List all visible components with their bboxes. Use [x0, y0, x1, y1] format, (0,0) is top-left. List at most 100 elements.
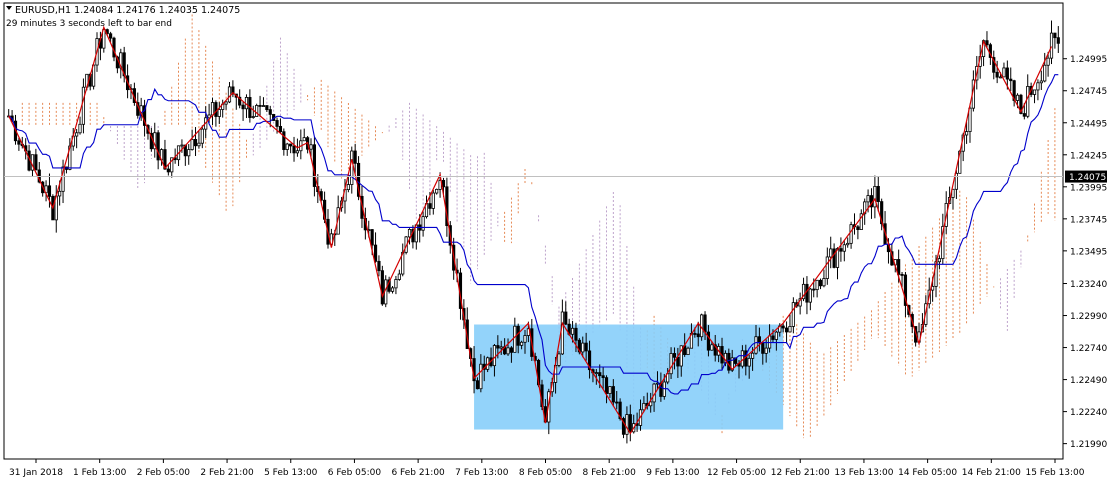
candle-body	[377, 260, 381, 272]
candle-body	[200, 128, 204, 144]
candle-body	[1056, 37, 1060, 44]
candle-body	[81, 86, 86, 125]
candle-body	[784, 327, 789, 333]
candle-body	[295, 150, 300, 154]
candle-body	[282, 131, 286, 150]
candle-body	[611, 386, 615, 403]
candle-body	[394, 279, 398, 289]
candle-body	[598, 372, 602, 377]
candle-body	[1053, 32, 1057, 39]
candle-body	[1039, 80, 1043, 84]
candle-body	[441, 179, 446, 188]
y-tick-label: 1.21990	[1070, 440, 1107, 450]
chart-svg[interactable]: 1.255201.249951.247451.244951.242451.239…	[0, 0, 1108, 484]
candle-body	[380, 270, 384, 305]
candle-body	[1049, 32, 1054, 59]
candle-body	[696, 333, 700, 338]
candle-body	[686, 347, 690, 355]
candle-body	[166, 168, 170, 173]
candle-body	[703, 314, 707, 333]
candle-body	[227, 86, 232, 103]
candle-body	[985, 40, 989, 46]
candle-body	[1015, 94, 1020, 101]
candle-body	[193, 139, 198, 147]
x-tick-label: 14 Feb 05:00	[898, 468, 957, 478]
candle-body	[604, 377, 609, 394]
candle-body	[516, 325, 520, 346]
candle-body	[435, 188, 439, 194]
candle-body	[594, 372, 598, 374]
candle-body	[608, 386, 612, 394]
candle-body	[187, 149, 191, 157]
candle-body	[499, 346, 503, 349]
candle-body	[513, 325, 517, 353]
x-tick-label: 1 Feb 13:00	[73, 468, 127, 478]
candle-body	[601, 375, 605, 379]
candle-body	[492, 345, 497, 367]
x-tick-label: 13 Feb 13:00	[834, 468, 893, 478]
candle-body	[261, 105, 266, 107]
candle-body	[754, 336, 758, 354]
candle-body	[479, 363, 483, 390]
candle-body	[900, 274, 904, 276]
candle-body	[954, 172, 958, 190]
candle-body	[764, 347, 768, 354]
candle-body	[625, 414, 629, 435]
candle-body	[805, 283, 809, 303]
candle-body	[496, 345, 500, 349]
candle-body	[302, 137, 306, 142]
candle-body	[1022, 113, 1026, 117]
price-chart[interactable]: 1.255201.249951.247451.244951.242451.239…	[0, 0, 1108, 484]
candle-body	[672, 353, 677, 358]
candle-body	[1043, 64, 1047, 82]
candle-body	[781, 325, 785, 329]
candle-body	[557, 353, 561, 366]
candle-body	[710, 344, 714, 351]
candle-body	[937, 258, 942, 263]
candle-body	[574, 327, 578, 341]
candle-body	[350, 150, 354, 185]
candle-body	[428, 203, 432, 209]
candle-body	[856, 226, 860, 230]
candle-body	[506, 347, 510, 355]
x-tick-label: 12 Feb 21:00	[771, 468, 830, 478]
candle-body	[475, 380, 480, 390]
x-tick-label: 2 Feb 21:00	[200, 468, 254, 478]
x-tick-label: 5 Feb 13:00	[264, 468, 318, 478]
candle-body	[309, 144, 313, 150]
candle-body	[706, 331, 711, 351]
candle-body	[788, 326, 792, 333]
candle-body	[560, 311, 564, 355]
candle-body	[17, 140, 21, 145]
candle-body	[812, 288, 816, 291]
candle-body	[210, 102, 215, 116]
candle-body	[1036, 82, 1040, 91]
x-tick-label: 6 Feb 21:00	[391, 468, 445, 478]
candle-body	[241, 104, 245, 110]
candle-body	[964, 131, 969, 136]
range-zone	[474, 324, 784, 430]
candle-body	[58, 190, 62, 197]
candle-body	[570, 327, 575, 335]
candle-body	[822, 278, 826, 287]
candle-body	[839, 248, 843, 252]
y-tick-label: 1.23240	[1070, 280, 1107, 290]
candle-body	[842, 244, 846, 252]
candle-body	[740, 350, 744, 367]
bar-timer-text: 29 minutes 3 seconds left to bar end	[6, 19, 172, 29]
y-tick-label: 1.23495	[1070, 247, 1107, 257]
candle-body	[285, 143, 289, 150]
x-tick-label: 31 Jan 2018	[9, 468, 63, 478]
candle-body	[849, 224, 853, 244]
candle-body	[214, 102, 218, 117]
candle-body	[829, 248, 833, 258]
candle-body	[397, 273, 401, 280]
current-price-label: 1.24075	[1069, 173, 1106, 183]
candle-body	[1002, 67, 1006, 78]
y-tick-label: 1.22990	[1070, 312, 1107, 322]
candle-body	[421, 216, 425, 231]
candle-body	[265, 105, 269, 111]
candle-body	[815, 279, 819, 291]
y-tick-label: 1.22490	[1070, 376, 1107, 386]
candle-body	[808, 288, 812, 303]
